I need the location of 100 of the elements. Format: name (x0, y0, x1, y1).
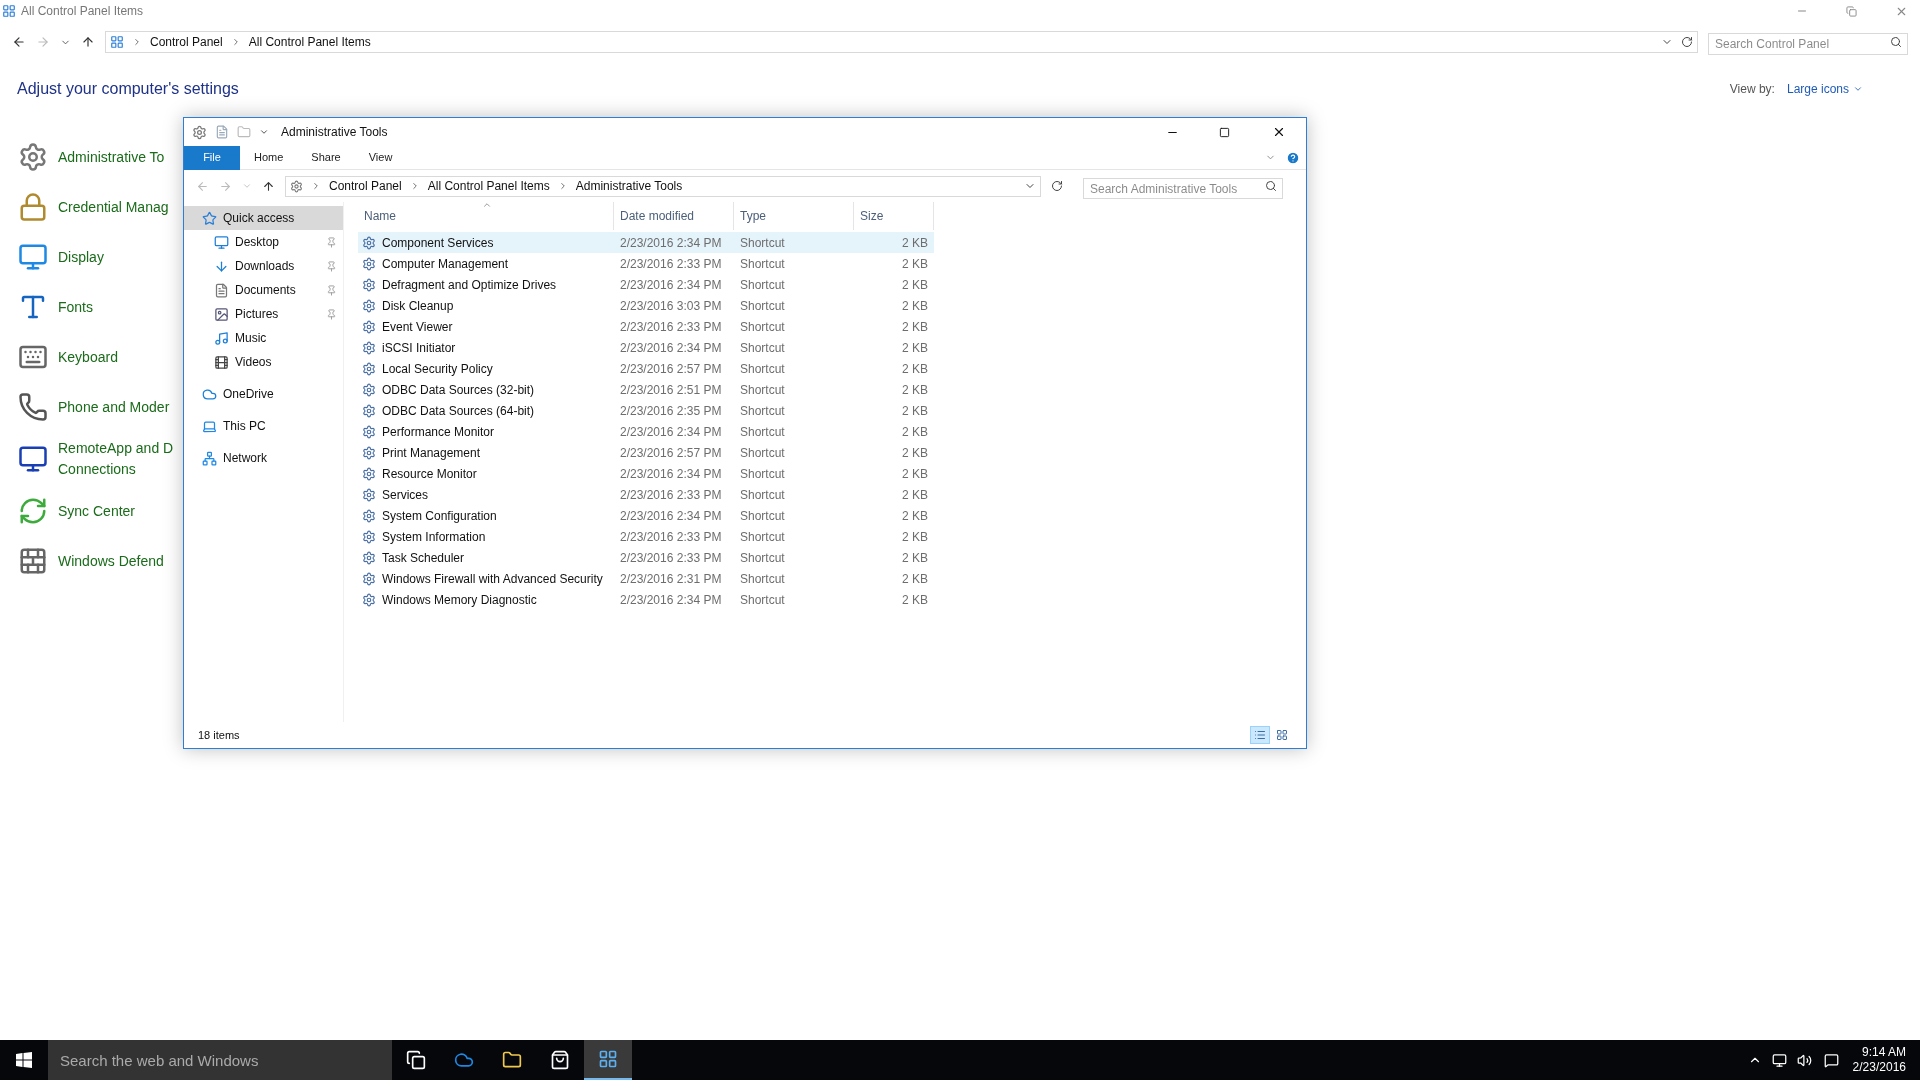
ribbon-tab[interactable]: Home (240, 145, 298, 170)
ribbon-tab[interactable]: Share (297, 145, 355, 170)
nav-item[interactable]: Pictures (184, 302, 343, 326)
address-bar[interactable]: Control Panel All Control Panel Items (105, 31, 1698, 53)
file-name: System Configuration (382, 507, 497, 525)
date-cell-text: 2/23/2016 2:33 PM (619, 549, 723, 567)
breadcrumb-item[interactable]: All Control Panel Items (427, 177, 550, 195)
control-panel-link[interactable]: Sync Center (58, 500, 136, 522)
task-view-icon (406, 1050, 426, 1070)
refresh-icon[interactable] (1681, 36, 1693, 48)
notifications-icon[interactable] (1823, 1052, 1839, 1068)
file-row[interactable]: Windows Memory Diagnostic 2/23/2016 2:34 PM Shortcut 2 KB (358, 589, 934, 610)
back-icon[interactable] (12, 35, 26, 49)
taskbar-search-field[interactable]: Search the web and Windows (48, 1040, 392, 1080)
date-cell-text: 2/23/2016 3:03 PM (619, 297, 723, 315)
customize-icon[interactable] (259, 127, 269, 137)
nav-label: OneDrive (223, 386, 275, 403)
file-row[interactable]: Task Scheduler 2/23/2016 2:33 PM Shortcut 2 KB (358, 547, 934, 568)
breadcrumb-item[interactable]: Administrative Tools (575, 177, 683, 195)
column-header[interactable]: Size (854, 202, 934, 230)
separator-icon (311, 181, 321, 191)
view-by-dropdown[interactable]: Large icons (1786, 80, 1863, 98)
type-cell-text: Shortcut (739, 360, 786, 378)
size-cell-text: 2 KB (901, 486, 929, 504)
file-row[interactable]: ODBC Data Sources (64-bit) 2/23/2016 2:35 PM Shortcut 2 KB (358, 400, 934, 421)
date-cell-text: 2/23/2016 2:57 PM (619, 444, 723, 462)
file-row[interactable]: Event Viewer 2/23/2016 2:33 PM Shortcut 2 KB (358, 316, 934, 337)
nav-item[interactable]: This PC (184, 414, 343, 438)
nav-item[interactable]: Desktop (184, 230, 343, 254)
file-row[interactable]: iSCSI Initiator 2/23/2016 2:34 PM Shortcut 2 KB (358, 337, 934, 358)
file-row[interactable]: Defragment and Optimize Drives 2/23/2016 2:34 PM Shortcut 2 KB (358, 274, 934, 295)
column-header[interactable]: Name (358, 202, 614, 230)
control-panel-link[interactable]: Fonts (58, 296, 93, 318)
address-bar[interactable]: Control Panel All Control Panel Items Administrative Tools (285, 175, 1041, 197)
help-icon[interactable] (1286, 150, 1300, 165)
type-cell-text: Shortcut (739, 255, 786, 273)
grid-icon (1276, 729, 1288, 741)
download-icon (214, 258, 229, 274)
column-header[interactable]: Date modified (614, 202, 734, 230)
maximize-icon[interactable] (1219, 126, 1230, 138)
type-cell-text: Shortcut (739, 486, 786, 504)
breadcrumb-item[interactable]: Control Panel (329, 177, 402, 195)
file-name: Services (382, 486, 428, 504)
file-row[interactable]: System Configuration 2/23/2016 2:34 PM Shortcut 2 KB (358, 505, 934, 526)
nav-item[interactable]: OneDrive (184, 382, 343, 406)
network-icon[interactable] (1771, 1052, 1787, 1068)
windows-logo-icon (16, 1052, 32, 1068)
control-panel-link[interactable]: Display (58, 246, 104, 268)
refresh-icon[interactable] (1051, 180, 1063, 192)
file-row[interactable]: Performance Monitor 2/23/2016 2:34 PM Shortcut 2 KB (358, 421, 934, 442)
nav-item[interactable]: Downloads (184, 254, 343, 278)
breadcrumb-item[interactable]: Control Panel (150, 33, 223, 51)
up-icon[interactable] (262, 179, 275, 193)
size-cell-text: 2 KB (901, 570, 929, 588)
file-row[interactable]: Print Management 2/23/2016 2:57 PM Shortcut 2 KB (358, 442, 934, 463)
date-cell-text: 2/23/2016 2:35 PM (619, 402, 723, 420)
file-row[interactable]: Services 2/23/2016 2:33 PM Shortcut 2 KB (358, 484, 934, 505)
file-row[interactable]: System Information 2/23/2016 2:33 PM Shortcut 2 KB (358, 526, 934, 547)
control-panel-link[interactable]: Keyboard (58, 346, 118, 368)
caret-icon (1853, 84, 1863, 94)
breadcrumb-item[interactable]: All Control Panel Items (248, 33, 371, 51)
clock[interactable]: 9:14 AM 2/23/2016 (1852, 1045, 1906, 1075)
type-cell-text: Shortcut (739, 549, 786, 567)
view-toggle[interactable] (1250, 726, 1270, 744)
nav-item[interactable]: Documents (184, 278, 343, 302)
sort-icon (482, 200, 492, 210)
type-cell-text: Shortcut (739, 234, 786, 252)
close-icon[interactable] (1272, 125, 1286, 139)
file-row[interactable]: Windows Firewall with Advanced Security 2/23/2016 2:31 PM Shortcut 2 KB (358, 568, 934, 589)
nav-item[interactable]: Quick access (184, 206, 343, 230)
type-cell-text: Shortcut (739, 465, 786, 483)
file-row[interactable]: ODBC Data Sources (32-bit) 2/23/2016 2:51 PM Shortcut 2 KB (358, 379, 934, 400)
ribbon-tab[interactable]: View (354, 145, 407, 170)
search-field[interactable]: Search Control Panel (1708, 33, 1908, 55)
date-cell-text: 2/23/2016 2:34 PM (619, 276, 723, 294)
control-panel-link[interactable]: Administrative To (58, 146, 165, 168)
file-row[interactable]: Component Services 2/23/2016 2:34 PM Shortcut 2 KB (358, 232, 934, 253)
file-row[interactable]: Computer Management 2/23/2016 2:33 PM Shortcut 2 KB (358, 253, 934, 274)
brick-wall-icon (18, 546, 48, 576)
file-row[interactable]: Local Security Policy 2/23/2016 2:57 PM Shortcut 2 KB (358, 358, 934, 379)
store-icon (550, 1050, 570, 1070)
size-cell-text: 2 KB (901, 423, 929, 441)
file-row[interactable]: Disk Cleanup 2/23/2016 3:03 PM Shortcut 2 KB (358, 295, 934, 316)
nav-item[interactable]: Videos (184, 350, 343, 374)
search-field[interactable]: Search Administrative Tools (1083, 178, 1283, 199)
control-panel-link[interactable]: Phone and Moder (58, 396, 170, 418)
sync-icon (18, 496, 48, 526)
column-header[interactable]: Type (734, 202, 854, 230)
date-cell-text: 2/23/2016 2:33 PM (619, 318, 723, 336)
control-panel-link[interactable]: Windows Defend (58, 550, 164, 572)
separator-icon (132, 37, 142, 47)
control-panel-link[interactable]: RemoteApp and D Connections (58, 438, 174, 480)
control-panel-link[interactable]: Credential Manag (58, 196, 169, 218)
volume-icon[interactable] (1796, 1052, 1812, 1068)
nav-item[interactable]: Network (184, 446, 343, 470)
type-cell-text: Shortcut (739, 318, 786, 336)
size-cell-text: 2 KB (901, 402, 929, 420)
nav-item[interactable]: Music (184, 326, 343, 350)
up-icon[interactable] (81, 35, 95, 49)
file-row[interactable]: Resource Monitor 2/23/2016 2:34 PM Shortcut 2 KB (358, 463, 934, 484)
